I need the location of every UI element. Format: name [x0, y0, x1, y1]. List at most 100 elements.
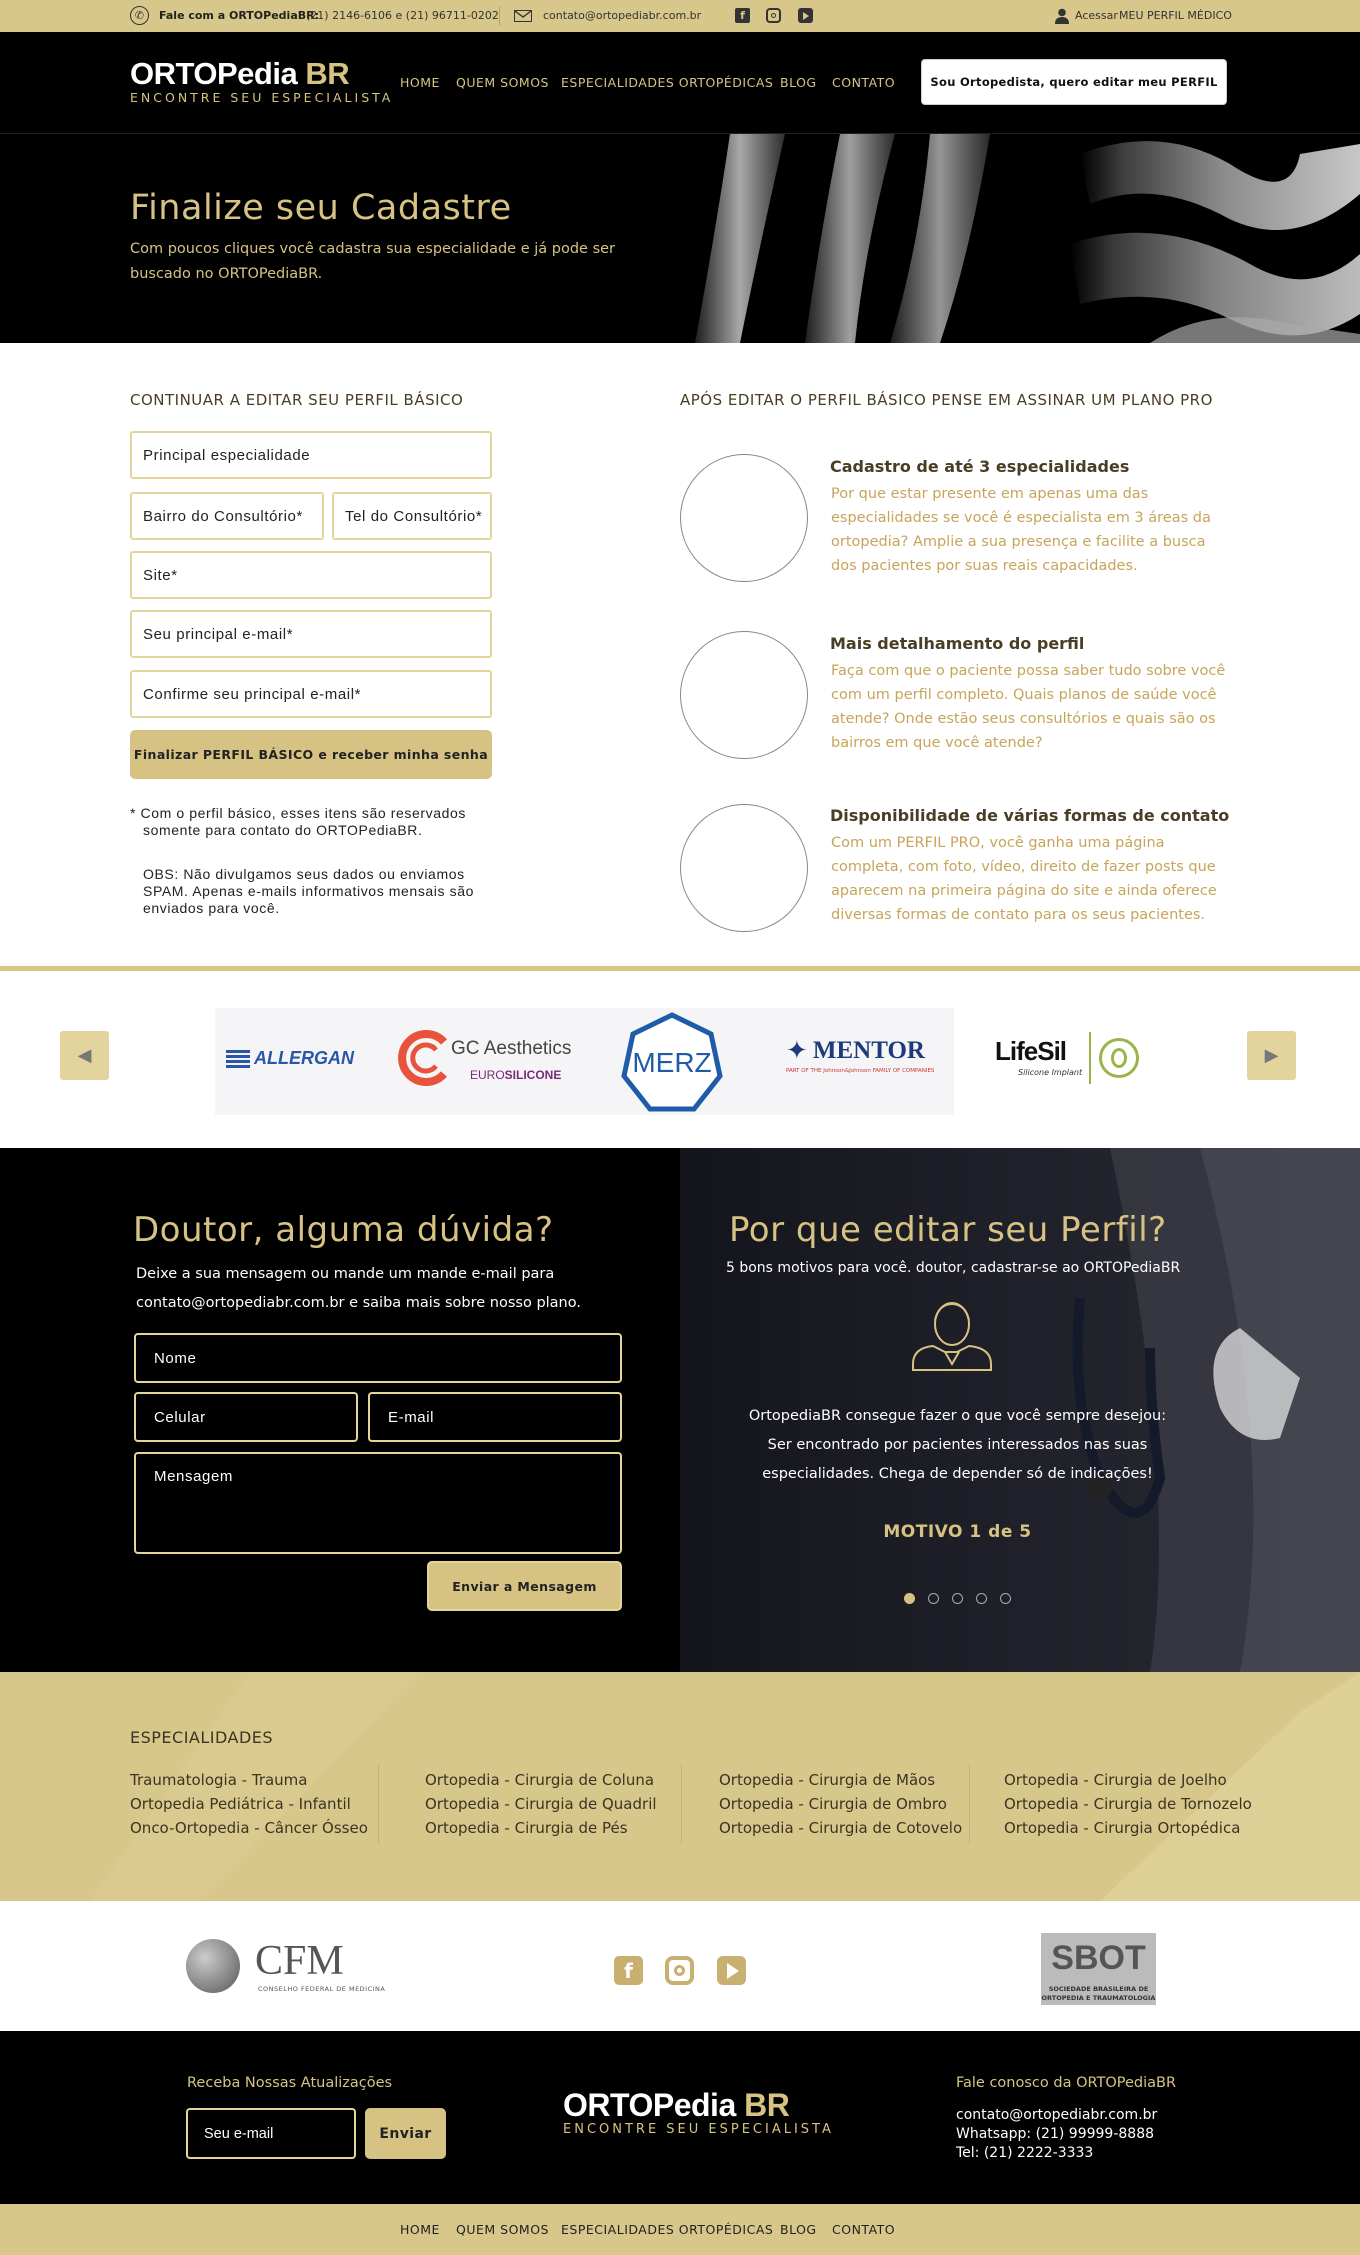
dot-5[interactable] — [1000, 1593, 1011, 1604]
footer-nav-specialties[interactable]: ESPECIALIDADES ORTOPÉDICAS — [561, 2222, 773, 2237]
newsletter-email-input[interactable]: Seu e-mail — [186, 2108, 356, 2159]
instagram-icon[interactable] — [665, 1956, 694, 1985]
mentor-star-icon: ✦ — [786, 1036, 808, 1066]
specialty-link[interactable]: Ortopedia - Cirurgia de Pés — [425, 1816, 657, 1840]
sponsor-merz[interactable]: MERZ — [619, 1011, 725, 1114]
allergan-icon — [226, 1049, 250, 1068]
facebook-icon[interactable]: f — [735, 8, 750, 23]
cfm-sub: CONSELHO FEDERAL DE MEDICINA — [258, 1985, 386, 1993]
why-counter: MOTIVO 1 de 5 — [883, 1522, 1032, 1542]
specialties-title: ESPECIALIDADES — [130, 1728, 274, 1747]
contact-name-field[interactable]: Nome — [134, 1333, 622, 1383]
footer-nav-home[interactable]: HOME — [400, 2222, 440, 2237]
site-field[interactable]: Site* — [130, 551, 492, 599]
carousel-prev-button[interactable]: ◀ — [60, 1031, 109, 1080]
contact-title: Doutor, alguma dúvida? — [133, 1210, 554, 1250]
profile-note: * Com o perfil básico, esses itens são r… — [130, 805, 466, 838]
specialty-link[interactable]: Ortopedia - Cirurgia de Tornozelo — [1004, 1792, 1252, 1816]
benefit-3-image — [680, 804, 808, 932]
section-divider — [0, 966, 1360, 971]
sponsor-lifesil[interactable]: LifeSil Silicone Implant — [985, 1018, 1147, 1102]
sponsor-mentor[interactable]: ✦ MENTOR PART OF THE Johnson&Johnson FAM… — [786, 1036, 934, 1074]
benefit-2-image — [680, 631, 808, 759]
footer-email[interactable]: contato@ortopediabr.com.br — [956, 2106, 1157, 2125]
send-message-button[interactable]: Enviar a Mensagem — [427, 1561, 622, 1611]
newsletter-submit-button[interactable]: Enviar — [365, 2108, 446, 2159]
nav-blog[interactable]: BLOG — [780, 75, 817, 90]
access-label: Acessar — [1075, 9, 1118, 22]
specialty-link[interactable]: Ortopedia - Cirurgia de Quadril — [425, 1792, 657, 1816]
pro-plan-title: APÓS EDITAR O PERFIL BÁSICO PENSE EM ASS… — [680, 391, 1213, 409]
specialty-link[interactable]: Ortopedia - Cirurgia Ortopédica — [1004, 1816, 1252, 1840]
neighborhood-field[interactable]: Bairro do Consultório* — [130, 492, 324, 540]
youtube-icon[interactable] — [717, 1956, 746, 1985]
contact-text: Deixe a sua mensagem ou mande um mande e… — [136, 1266, 581, 1311]
doctor-icon — [912, 1302, 992, 1371]
top-bar: ✆ Fale com a ORTOPediaBR: (21) 2146-6106… — [0, 0, 1360, 32]
specialty-field[interactable]: Principal especialidade — [130, 431, 492, 479]
hero-spine-image — [695, 134, 1360, 343]
footer-logo[interactable]: ORTOPedia BR ENCONTRE SEU ESPECIALISTA — [563, 2087, 834, 2137]
footer-nav: HOME QUEM SOMOS ESPECIALIDADES ORTOPÉDIC… — [0, 2204, 1360, 2255]
specialty-link[interactable]: Ortopedia - Cirurgia de Coluna — [425, 1768, 657, 1792]
specialty-link[interactable]: Onco-Ortopedia - Câncer Ósseo — [130, 1816, 368, 1840]
contact-message-field[interactable]: Mensagem — [134, 1452, 622, 1554]
specialties-col-3: Ortopedia - Cirurgia de Mãos Ortopedia -… — [719, 1768, 962, 1840]
topbar-email[interactable]: contato@ortopediabr.com.br — [543, 9, 701, 22]
dot-4[interactable] — [976, 1593, 987, 1604]
finish-profile-button[interactable]: Finalizar PERFIL BÁSICO e receber minha … — [130, 730, 492, 779]
footer-nav-blog[interactable]: BLOG — [780, 2222, 817, 2237]
contact-phone-field[interactable]: Celular — [134, 1392, 358, 1442]
footer-whatsapp: Whatsapp: (21) 99999-8888 — [956, 2126, 1155, 2142]
dot-2[interactable] — [928, 1593, 939, 1604]
footer-contact-title: Fale conosco da ORTOPediaBR — [956, 2075, 1177, 2091]
edit-profile-button[interactable]: Sou Ortopedista, quero editar meu PERFIL — [921, 59, 1227, 105]
specialties-col-1: Traumatologia - Trauma Ortopedia Pediátr… — [130, 1768, 368, 1840]
dot-1[interactable] — [904, 1593, 915, 1604]
specialty-link[interactable]: Ortopedia - Cirurgia de Ombro — [719, 1792, 962, 1816]
user-icon — [1055, 8, 1069, 24]
nav-specialties[interactable]: ESPECIALIDADES ORTOPÉDICAS — [561, 75, 773, 90]
contact-email-field[interactable]: E-mail — [368, 1392, 622, 1442]
instagram-icon[interactable] — [766, 8, 781, 23]
specialty-link[interactable]: Traumatologia - Trauma — [130, 1768, 368, 1792]
nav-home[interactable]: HOME — [400, 75, 440, 90]
profile-form-title: CONTINUAR A EDITAR SEU PERFIL BÁSICO — [130, 391, 464, 409]
specialties-section: ESPECIALIDADES Traumatologia - Trauma Or… — [0, 1672, 1360, 1901]
mail-icon — [514, 10, 532, 22]
footer-nav-contact[interactable]: CONTATO — [832, 2222, 895, 2237]
benefit-3-text: Com um PERFIL PRO, você ganha uma página… — [831, 835, 1217, 923]
cfm-logo[interactable]: CFM — [255, 1937, 344, 1985]
benefit-2-text: Faça com que o paciente possa saber tudo… — [831, 663, 1226, 751]
office-phone-field[interactable]: Tel do Consultório* — [332, 492, 492, 540]
sbot-logo[interactable]: SBOT SOCIEDADE BRASILEIRA DE ORTOPEDIA E… — [1041, 1933, 1156, 2005]
dot-3[interactable] — [952, 1593, 963, 1604]
specialties-col-4: Ortopedia - Cirurgia de Joelho Ortopedia… — [1004, 1768, 1252, 1840]
phone-icon: ✆ — [130, 6, 149, 25]
benefit-1-image — [680, 454, 808, 582]
specialty-link[interactable]: Ortopedia - Cirurgia de Cotovelo — [719, 1816, 962, 1840]
hero: Finalize seu Cadastre Com poucos cliques… — [0, 134, 1360, 343]
specialty-link[interactable]: Ortopedia - Cirurgia de Joelho — [1004, 1768, 1252, 1792]
email-confirm-field[interactable]: Confirme seu principal e-mail* — [130, 670, 492, 718]
arrow-left-icon: ◀ — [77, 1045, 92, 1066]
footer-nav-about[interactable]: QUEM SOMOS — [456, 2222, 549, 2237]
nav-about[interactable]: QUEM SOMOS — [456, 75, 549, 90]
sponsor-allergan[interactable]: ALLERGAN — [226, 1048, 354, 1069]
footer-contact-info: contato@ortopediabr.com.br Whatsapp: (21… — [956, 2106, 1157, 2163]
hero-title: Finalize seu Cadastre — [130, 188, 512, 228]
footer: Receba Nossas Atualizações Seu e-mail En… — [0, 2031, 1360, 2204]
facebook-icon[interactable]: f — [614, 1956, 643, 1985]
logo[interactable]: ORTOPedia BR ENCONTRE SEU ESPECIALISTA — [130, 56, 393, 105]
specialty-link[interactable]: Ortopedia Pediátrica - Infantil — [130, 1792, 368, 1816]
youtube-icon[interactable] — [798, 8, 813, 23]
specialty-link[interactable]: Ortopedia - Cirurgia de Mãos — [719, 1768, 962, 1792]
nav-contact[interactable]: CONTATO — [832, 75, 895, 90]
email-field[interactable]: Seu principal e-mail* — [130, 610, 492, 658]
why-title: Por que editar seu Perfil? — [729, 1210, 1167, 1250]
profile-link[interactable]: MEU PERFIL MÉDICO — [1119, 9, 1232, 22]
carousel-next-button[interactable]: ▶ — [1247, 1031, 1296, 1080]
sponsor-gc-aesthetics[interactable]: GC Aesthetics EUROSILICONE — [396, 1028, 571, 1092]
phone-label: Fale com a ORTOPediaBR: — [159, 9, 319, 22]
lifesil-drop-icon — [1099, 1038, 1139, 1078]
